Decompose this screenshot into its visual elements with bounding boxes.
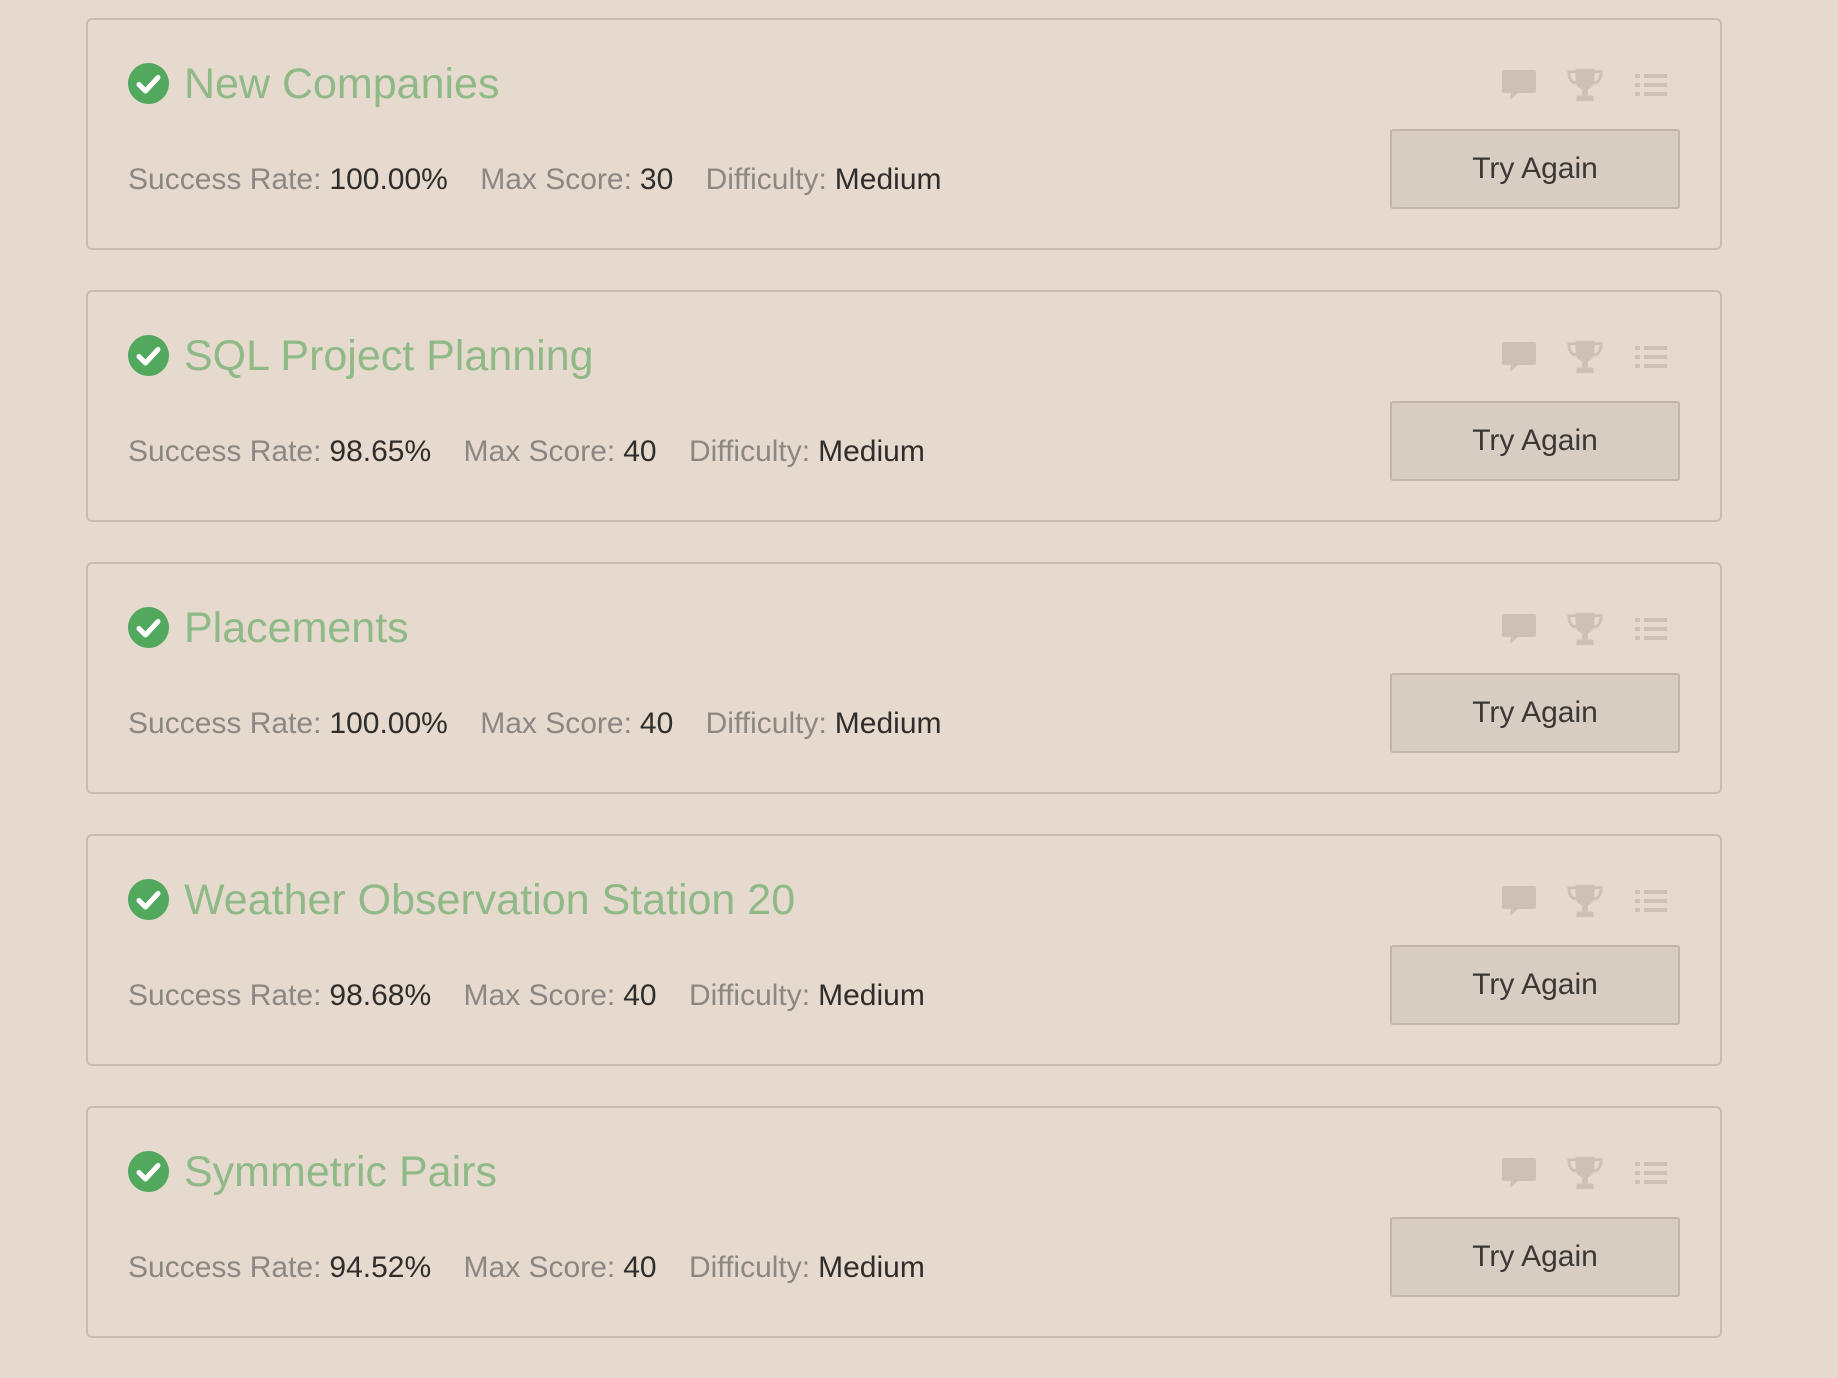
check-circle-icon bbox=[128, 879, 169, 920]
max-score-value: 40 bbox=[623, 979, 657, 1012]
list-icon[interactable] bbox=[1632, 882, 1670, 920]
try-again-button[interactable]: Try Again bbox=[1390, 673, 1680, 753]
comment-icon[interactable] bbox=[1500, 66, 1538, 104]
challenge-stats: Success Rate: 100.00% Max Score: 40 Diffic… bbox=[128, 704, 966, 744]
comment-icon[interactable] bbox=[1500, 1154, 1538, 1192]
success-rate: Success Rate: 94.52% bbox=[128, 1251, 431, 1284]
challenge-actions bbox=[1472, 882, 1670, 920]
challenge-title[interactable]: SQL Project Planning bbox=[184, 330, 594, 382]
check-circle-icon bbox=[128, 63, 169, 104]
check-circle-icon bbox=[128, 335, 169, 376]
max-score: Max Score: 40 bbox=[464, 435, 657, 468]
success-rate: Success Rate: 98.68% bbox=[128, 979, 431, 1012]
max-score-value: 40 bbox=[623, 435, 657, 468]
try-again-button[interactable]: Try Again bbox=[1390, 401, 1680, 481]
list-icon[interactable] bbox=[1632, 66, 1670, 104]
success-rate: Success Rate: 98.65% bbox=[128, 435, 431, 468]
success-rate: Success Rate: 100.00% bbox=[128, 163, 448, 196]
max-score-label: Max Score: bbox=[480, 707, 632, 740]
difficulty-label: Difficulty: bbox=[705, 163, 827, 196]
success-rate-value: 100.00% bbox=[329, 707, 448, 740]
trophy-icon[interactable] bbox=[1566, 1154, 1604, 1192]
success-rate-value: 98.65% bbox=[329, 435, 432, 468]
difficulty-value: Medium bbox=[818, 979, 925, 1012]
list-icon[interactable] bbox=[1632, 610, 1670, 648]
max-score-label: Max Score: bbox=[463, 1251, 616, 1284]
challenge-card: Placements Success Rate: 100.00% Max Scor… bbox=[86, 562, 1722, 794]
comment-icon[interactable] bbox=[1500, 882, 1538, 920]
check-circle-icon bbox=[128, 607, 169, 648]
difficulty: Difficulty: Medium bbox=[689, 1251, 925, 1284]
list-icon[interactable] bbox=[1632, 338, 1670, 376]
success-rate-label: Success Rate: bbox=[128, 163, 322, 196]
trophy-icon[interactable] bbox=[1566, 882, 1604, 920]
comment-icon[interactable] bbox=[1500, 338, 1538, 376]
difficulty-value: Medium bbox=[818, 1251, 925, 1284]
difficulty: Difficulty: Medium bbox=[689, 435, 925, 468]
difficulty-label: Difficulty: bbox=[688, 1251, 811, 1284]
list-icon[interactable] bbox=[1632, 1154, 1670, 1192]
difficulty-label: Difficulty: bbox=[688, 435, 811, 468]
max-score-value: 40 bbox=[623, 1251, 657, 1284]
challenge-card: New Companies Success Rate: 100.00% Max S… bbox=[86, 18, 1722, 250]
challenge-actions bbox=[1472, 1154, 1670, 1192]
difficulty: Difficulty: Medium bbox=[689, 979, 925, 1012]
challenge-card: Symmetric Pairs Success Rate: 94.52% Max … bbox=[86, 1106, 1722, 1338]
max-score: Max Score: 40 bbox=[464, 1251, 657, 1284]
trophy-icon[interactable] bbox=[1566, 66, 1604, 104]
challenge-stats: Success Rate: 98.68% Max Score: 40 Difficu… bbox=[128, 976, 949, 1016]
difficulty-value: Medium bbox=[818, 435, 925, 468]
success-rate-value: 100.00% bbox=[329, 163, 448, 196]
try-again-button[interactable]: Try Again bbox=[1390, 1217, 1680, 1297]
max-score: Max Score: 40 bbox=[464, 979, 657, 1012]
max-score-label: Max Score: bbox=[480, 163, 632, 196]
success-rate: Success Rate: 100.00% bbox=[128, 707, 448, 740]
success-rate-label: Success Rate: bbox=[128, 979, 322, 1012]
challenge-title[interactable]: Weather Observation Station 20 bbox=[184, 874, 795, 926]
challenge-stats: Success Rate: 94.52% Max Score: 40 Difficu… bbox=[128, 1248, 949, 1288]
difficulty: Difficulty: Medium bbox=[706, 707, 942, 740]
try-again-button[interactable]: Try Again bbox=[1390, 129, 1680, 209]
max-score: Max Score: 30 bbox=[480, 163, 673, 196]
success-rate-label: Success Rate: bbox=[128, 435, 322, 468]
challenge-stats: Success Rate: 98.65% Max Score: 40 Difficu… bbox=[128, 432, 949, 472]
max-score: Max Score: 40 bbox=[480, 707, 673, 740]
difficulty-value: Medium bbox=[834, 163, 942, 196]
comment-icon[interactable] bbox=[1500, 610, 1538, 648]
challenge-stats: Success Rate: 100.00% Max Score: 30 Diffic… bbox=[128, 160, 966, 200]
challenge-title[interactable]: New Companies bbox=[184, 58, 499, 110]
challenge-list: New Companies Success Rate: 100.00% Max S… bbox=[86, 18, 1722, 1378]
challenge-actions bbox=[1472, 338, 1670, 376]
max-score-value: 40 bbox=[639, 707, 674, 740]
difficulty-label: Difficulty: bbox=[688, 979, 811, 1012]
success-rate-label: Success Rate: bbox=[128, 707, 322, 740]
trophy-icon[interactable] bbox=[1566, 338, 1604, 376]
max-score-label: Max Score: bbox=[463, 979, 616, 1012]
challenge-actions bbox=[1472, 610, 1670, 648]
trophy-icon[interactable] bbox=[1566, 610, 1604, 648]
max-score-value: 30 bbox=[639, 163, 674, 196]
try-again-button[interactable]: Try Again bbox=[1390, 945, 1680, 1025]
check-circle-icon bbox=[128, 1151, 169, 1192]
difficulty-label: Difficulty: bbox=[705, 707, 827, 740]
success-rate-value: 94.52% bbox=[329, 1251, 432, 1284]
max-score-label: Max Score: bbox=[463, 435, 616, 468]
success-rate-label: Success Rate: bbox=[128, 1251, 322, 1284]
challenge-card: SQL Project Planning Success Rate: 98.65%… bbox=[86, 290, 1722, 522]
success-rate-value: 98.68% bbox=[329, 979, 432, 1012]
difficulty: Difficulty: Medium bbox=[706, 163, 942, 196]
challenge-card: Weather Observation Station 20 Success R… bbox=[86, 834, 1722, 1066]
difficulty-value: Medium bbox=[834, 707, 942, 740]
challenge-actions bbox=[1472, 66, 1670, 104]
challenge-title[interactable]: Placements bbox=[184, 602, 409, 654]
challenge-title[interactable]: Symmetric Pairs bbox=[184, 1146, 497, 1198]
